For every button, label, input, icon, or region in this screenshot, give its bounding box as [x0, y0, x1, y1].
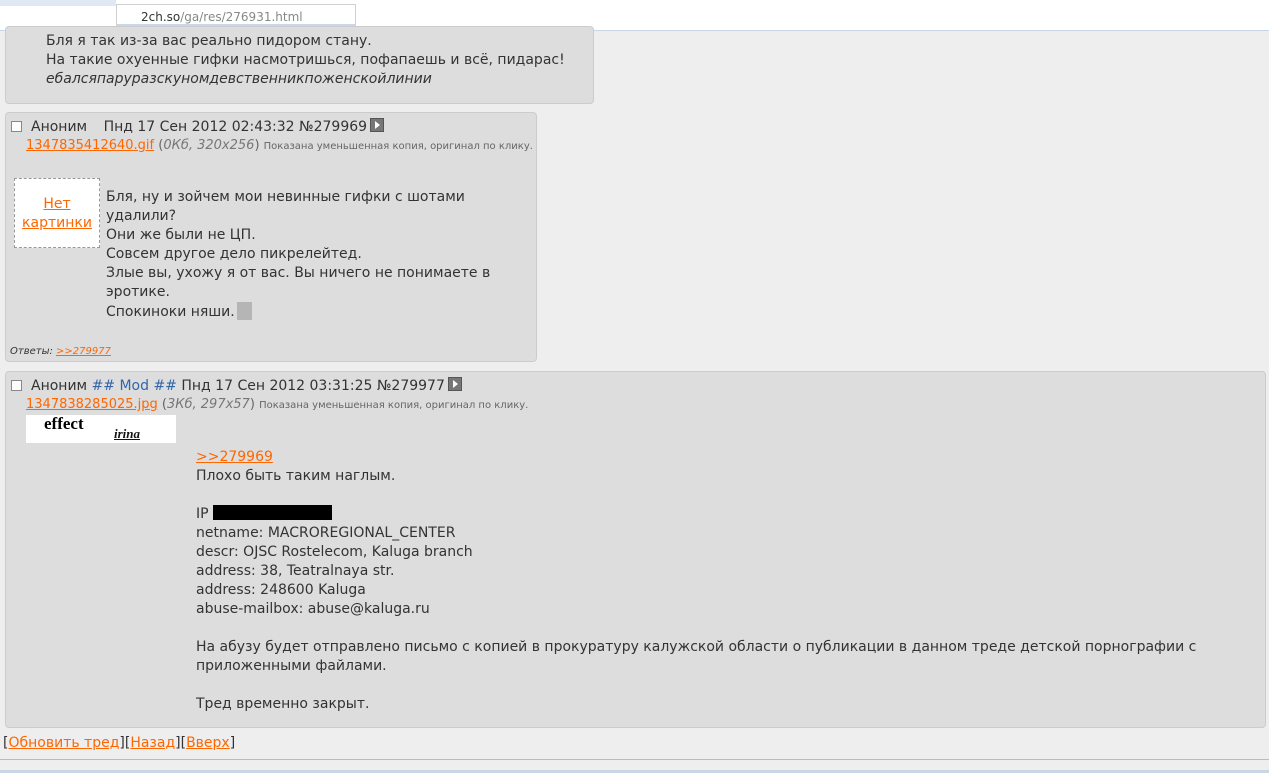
file-info: 1347835412640.gif (0Кб, 320x256) Показан…: [26, 138, 533, 153]
top-link[interactable]: Вверх: [186, 735, 230, 751]
post-text-line: Бля я так из-за вас реально пидором стан…: [46, 33, 372, 49]
file-note: Показана уменьшенная копия, оригинал по …: [263, 141, 533, 152]
thumbnail-image[interactable]: effect irina: [26, 415, 176, 443]
post-text-line-last: Спокиноки няши.: [106, 302, 490, 322]
no-image-text[interactable]: картинки: [22, 215, 92, 231]
thread-closed-notice: Тред временно закрыт.: [196, 696, 370, 712]
post-signature: ебалсяпаруразскуномдевственникпоженскойл…: [46, 71, 432, 87]
post-text-line: удалили?: [106, 208, 177, 224]
spoiler-block[interactable]: [236, 302, 252, 320]
thread-navigation: [Обновить тред][Назад][Вверх]: [3, 735, 236, 751]
address-bar[interactable]: 2ch.so/ga/res/276931.html: [116, 4, 356, 26]
no-image-placeholder[interactable]: Нет картинки: [14, 178, 100, 248]
file-info: 1347838285025.jpg (3Кб, 297x57) Показана…: [26, 397, 529, 412]
post-select-checkbox[interactable]: [11, 121, 22, 132]
poster-name: Аноним: [31, 119, 88, 135]
thumbnail-script: irina: [114, 426, 141, 441]
file-meta: 0Кб, 320x256: [163, 138, 255, 153]
whois-line: descr: OJSC Rostelecom, Kaluga branch: [196, 544, 473, 560]
warning-line: приложенными файлами.: [196, 658, 387, 674]
reply-ref-line: >>279969: [196, 448, 1196, 467]
poster-name: Аноним: [31, 378, 88, 394]
post-header: Аноним Пнд 17 Сен 2012 02:43:32 №279969: [31, 118, 385, 135]
thumbnail-word: effect: [44, 415, 84, 433]
address-text: 2ch.so/ga/res/276931.html: [141, 10, 303, 24]
file-meta: 3Кб, 297x57: [167, 397, 250, 412]
post-279977: Аноним ## Mod ## Пнд 17 Сен 2012 03:31:2…: [5, 371, 1266, 728]
whois-line: netname: MACROREGIONAL_CENTER: [196, 525, 456, 541]
post-number-link[interactable]: №279969: [299, 119, 367, 135]
post-body: Бля, ну и зойчем мои невинные гифки с шо…: [106, 188, 490, 322]
post-select-checkbox[interactable]: [11, 380, 22, 391]
post-text-line: Бля, ну и зойчем мои невинные гифки с шо…: [106, 189, 465, 205]
post-date: Пнд 17 Сен 2012 03:31:25: [181, 378, 373, 394]
file-note: Показана уменьшенная копия, оригинал по …: [259, 400, 529, 411]
post-text-line: На такие охуенные гифки насмотришься, по…: [46, 52, 565, 68]
post-date: Пнд 17 Сен 2012 02:43:32: [103, 119, 295, 135]
post-header: Аноним ## Mod ## Пнд 17 Сен 2012 03:31:2…: [31, 377, 462, 394]
answers-label: Ответы:: [10, 346, 53, 357]
post-top-body: Бля я так из-за вас реально пидором стан…: [46, 32, 565, 89]
post-text-line: Злые вы, ухожу я от вас. Вы ничего не по…: [106, 265, 491, 281]
tab-strip: [0, 0, 116, 6]
post-text-line: Плохо быть таким наглым.: [196, 468, 396, 484]
warning-line: На абузу будет отправлено письмо с копие…: [196, 639, 1197, 655]
file-link[interactable]: 1347838285025.jpg: [26, 397, 158, 412]
answers: Ответы: >>279977: [10, 346, 111, 357]
reply-ref-link[interactable]: >>279969: [196, 449, 273, 465]
file-link[interactable]: 1347835412640.gif: [26, 138, 154, 153]
post-text-line: Совсем другое дело пикрелейтед.: [106, 246, 362, 262]
whois-line: abuse-mailbox: abuse@kaluga.ru: [196, 601, 430, 617]
ip-line: IP: [196, 505, 1196, 524]
expand-arrow-icon[interactable]: [370, 118, 385, 132]
whois-line: address: 248600 Kaluga: [196, 582, 366, 598]
post-top: Бля я так из-за вас реально пидором стан…: [5, 26, 594, 104]
no-image-text[interactable]: Нет: [43, 196, 70, 212]
post-number-link[interactable]: №279977: [377, 378, 445, 394]
refresh-thread-link[interactable]: Обновить тред: [8, 735, 119, 751]
divider: [0, 759, 1269, 760]
expand-arrow-icon[interactable]: [447, 377, 462, 391]
back-link[interactable]: Назад: [130, 735, 175, 751]
mod-tag: ## Mod ##: [91, 378, 177, 394]
post-body: >>279969 Плохо быть таким наглым. IP net…: [196, 448, 1196, 714]
answer-link[interactable]: >>279977: [56, 346, 111, 357]
post-text-line: Они же были не ЦП.: [106, 227, 256, 243]
post-text-line: эротике.: [106, 284, 170, 300]
whois-line: address: 38, Teatralnaya str.: [196, 563, 395, 579]
post-279969: Аноним Пнд 17 Сен 2012 02:43:32 №279969 …: [5, 112, 537, 362]
redaction-bar: [213, 505, 333, 520]
